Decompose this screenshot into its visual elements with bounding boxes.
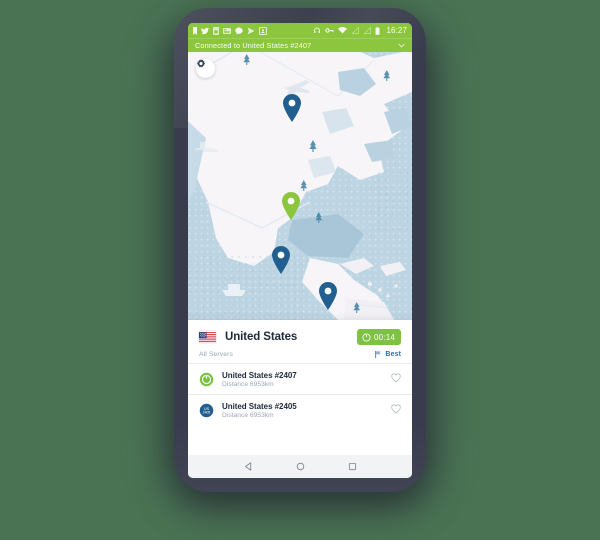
vpn-key-icon (325, 28, 335, 33)
server-number-badge: US 2405 (199, 403, 214, 418)
news-icon (223, 27, 231, 34)
all-servers-label: All Servers (199, 351, 233, 358)
sim-card-icon (213, 26, 219, 35)
screenshot-stage: 16:27 Connected to United States #2407 U… (0, 0, 600, 540)
us-flag-icon (199, 331, 216, 343)
sort-best-label: Best (385, 351, 401, 358)
map-pins-layer[interactable] (188, 52, 412, 320)
server-distance: Distance 6953km (222, 380, 274, 388)
sheet-subheader: All Servers Best (188, 345, 412, 363)
favorite-heart-icon[interactable] (391, 370, 401, 388)
server-status-power-badge (199, 372, 214, 387)
server-info: United States #2405 Distance 6953km (222, 402, 297, 419)
app-icon (259, 26, 267, 35)
list-item[interactable]: United States #2407 Distance 6953km (188, 364, 412, 394)
flag-icon (375, 351, 382, 358)
twitter-icon (201, 27, 209, 34)
connection-banner-label: Connected to United States #2407 (195, 41, 312, 50)
signal-two-icon (364, 27, 372, 34)
sort-best-button[interactable]: Best (375, 351, 401, 358)
server-distance: Distance 6953km (222, 411, 274, 419)
power-icon (362, 332, 371, 342)
server-badge-number: 2405 (203, 410, 211, 414)
pin-central-america[interactable] (319, 282, 337, 310)
page-title: United States (225, 331, 298, 343)
gear-icon (196, 59, 206, 68)
connection-timer-value: 00:14 (373, 332, 395, 342)
favorite-heart-icon[interactable] (391, 401, 401, 419)
server-info: United States #2407 Distance 6953km (222, 371, 297, 388)
pin-mexico[interactable] (272, 246, 290, 274)
status-bar-clock: 16:27 (386, 26, 407, 35)
android-nav-bar (188, 455, 412, 478)
send-icon (247, 27, 255, 34)
connection-timer-button[interactable]: 00:14 (356, 329, 401, 345)
pin-canada[interactable] (283, 94, 301, 122)
world-map[interactable] (188, 52, 412, 320)
phone-screen: 16:27 Connected to United States #2407 U… (188, 23, 412, 478)
wifi-icon (338, 27, 348, 34)
back-triangle-icon[interactable] (244, 462, 253, 471)
map-settings-button[interactable] (196, 59, 215, 78)
recents-square-icon[interactable] (348, 462, 357, 471)
status-bar: 16:27 (188, 23, 412, 38)
chat-icon (235, 27, 243, 34)
server-sheet: United States 00:14 All Servers Best Uni… (188, 320, 412, 460)
headphones-icon (314, 27, 321, 33)
home-circle-icon[interactable] (296, 462, 305, 471)
server-name: United States #2405 (222, 401, 297, 411)
status-bar-right-icons: 16:27 (313, 26, 407, 35)
chevron-down-icon[interactable] (398, 43, 405, 48)
server-name: United States #2407 (222, 370, 297, 380)
phone-device: 16:27 Connected to United States #2407 U… (174, 8, 426, 492)
pin-united-states[interactable] (282, 192, 300, 220)
signal-one-icon (352, 27, 360, 34)
sheet-header: United States 00:14 (188, 320, 412, 345)
list-item[interactable]: US 2405 United States #2405 Distance 695… (188, 395, 412, 425)
battery-icon (375, 26, 380, 35)
status-bar-left-icons (193, 26, 267, 35)
connection-banner[interactable]: Connected to United States #2407 (188, 38, 412, 52)
bookmark-icon (193, 26, 197, 35)
